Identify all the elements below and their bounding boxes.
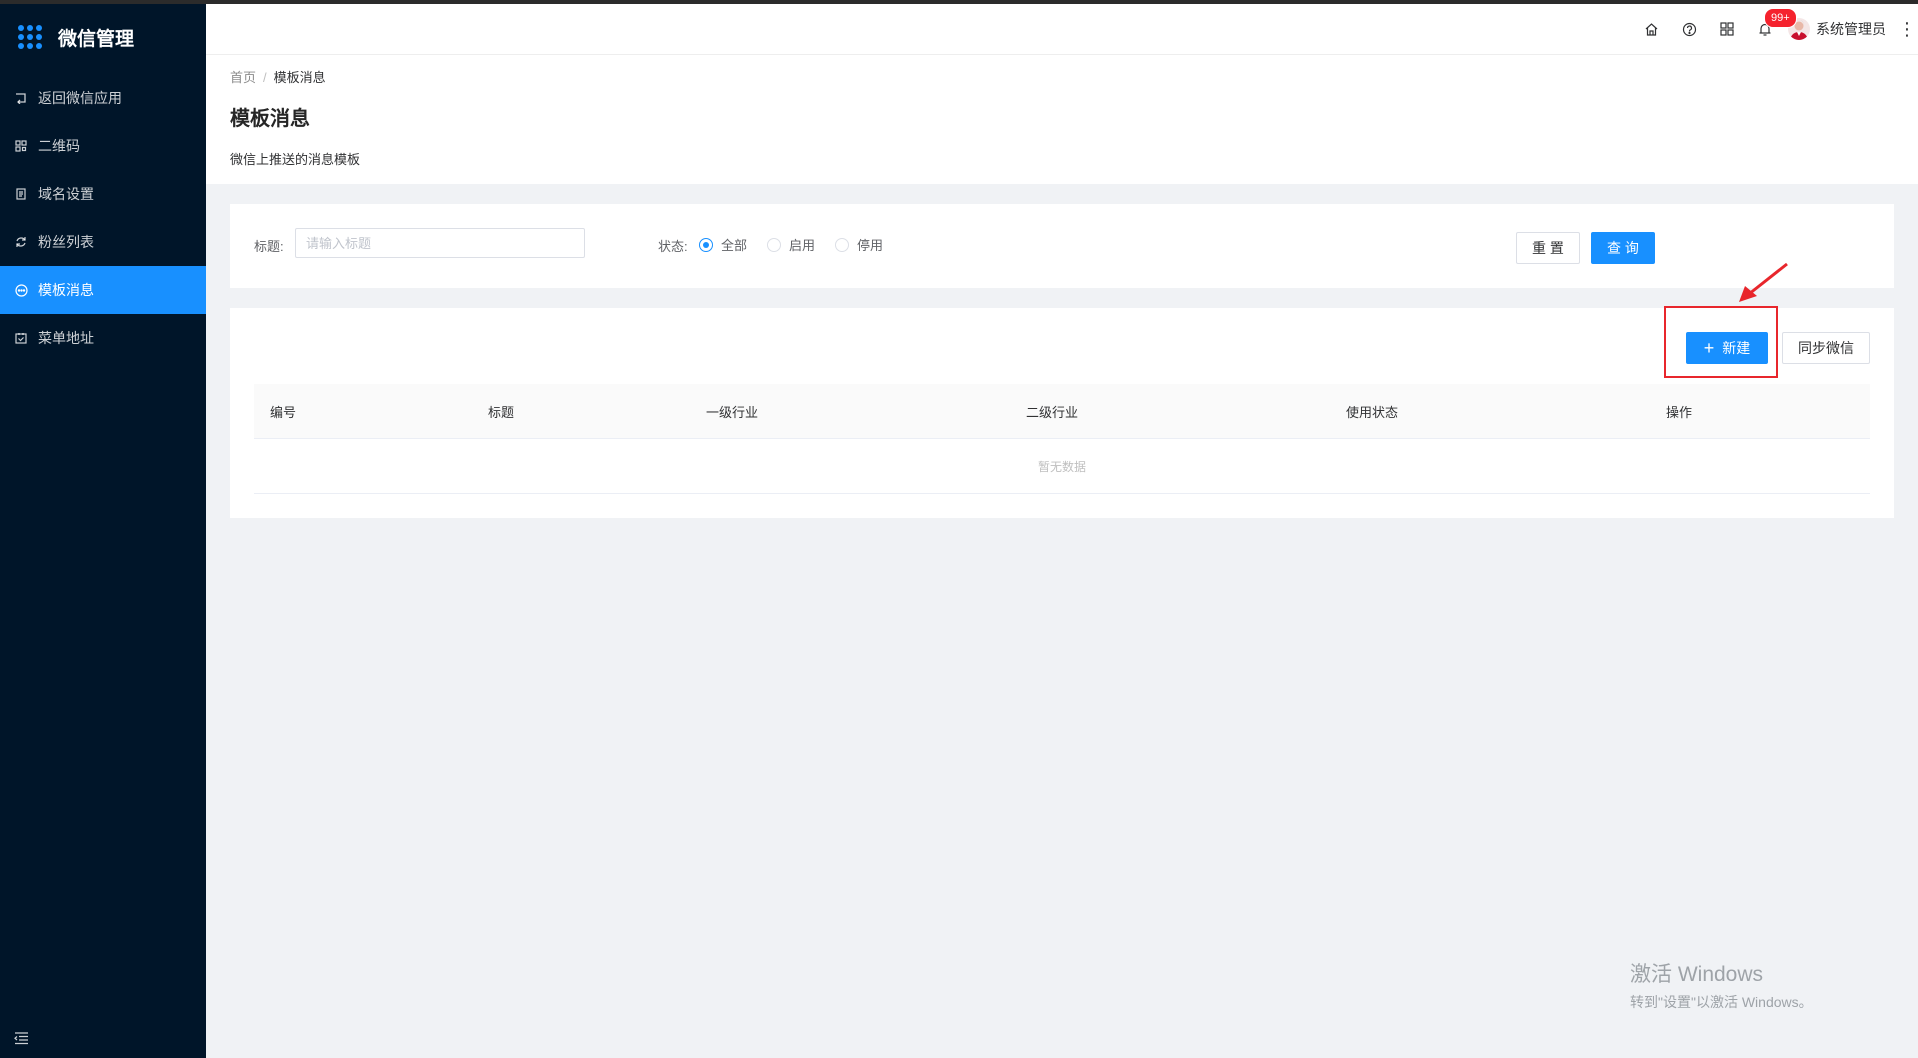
header-actions: 99+ 系统管理员 ⋮	[1632, 4, 1918, 54]
annotation-arrow-icon	[1739, 262, 1788, 302]
radio-unchecked-icon	[835, 237, 849, 252]
app-logo[interactable]: 微信管理	[0, 4, 206, 70]
windows-activation-watermark: 激活 Windows 转到"设置"以激活 Windows。	[1630, 958, 1813, 1012]
notification-bell[interactable]: 99+	[1746, 4, 1797, 54]
status-radio-all[interactable]: 全部	[699, 235, 747, 254]
radio-unchecked-icon	[767, 237, 781, 252]
column-header-actions: 操作	[1666, 404, 1693, 420]
page-description: 微信上推送的消息模板	[230, 152, 361, 167]
radio-label: 停用	[857, 238, 884, 253]
sidebar-item-menu-address[interactable]: 菜单地址	[0, 314, 206, 362]
qrcode-icon	[14, 139, 28, 153]
apps-icon[interactable]	[1708, 4, 1746, 54]
sidebar-item-domain[interactable]: 域名设置	[0, 170, 206, 218]
sync-wechat-button[interactable]: 同步微信	[1782, 332, 1870, 364]
username: 系统管理员	[1816, 21, 1886, 37]
radio-checked-icon	[699, 237, 713, 252]
table-card: + 新建 同步微信 编号 标题 一级行业 二级行业 使用状态 操作 暂无数据	[230, 308, 1894, 518]
title-input[interactable]	[295, 228, 585, 258]
breadcrumb: 首页 / 模板消息	[230, 70, 326, 85]
top-header: 99+ 系统管理员 ⋮	[206, 4, 1918, 55]
column-header-id: 编号	[270, 404, 297, 420]
page-title: 模板消息	[230, 108, 310, 130]
more-vertical-icon[interactable]: ⋮	[1896, 19, 1918, 40]
breadcrumb-current: 模板消息	[273, 70, 326, 85]
home-icon[interactable]	[1632, 4, 1670, 54]
sidebar-item-label: 二维码	[38, 138, 80, 154]
sidebar-item-label: 菜单地址	[38, 330, 94, 346]
document-icon	[14, 187, 28, 201]
page-header: 首页 / 模板消息 模板消息 微信上推送的消息模板	[206, 55, 1918, 184]
sidebar-item-label: 返回微信应用	[38, 90, 122, 106]
table-empty-text: 暂无数据	[254, 439, 1870, 494]
search-form: 标题: 状态: 全部 启用 停用 重 置 查 询	[230, 204, 1894, 288]
template-table: 编号 标题 一级行业 二级行业 使用状态 操作 暂无数据	[254, 384, 1870, 494]
user-menu[interactable]: 系统管理员	[1784, 4, 1896, 54]
status-radio-enabled[interactable]: 启用	[767, 235, 815, 254]
breadcrumb-home[interactable]: 首页	[230, 70, 256, 85]
notification-badge: 99+	[1764, 8, 1797, 28]
column-header-industry-1: 一级行业	[706, 404, 759, 420]
status-label: 状态:	[658, 239, 688, 254]
apps-grid-icon	[18, 25, 42, 49]
sidebar-item-back[interactable]: 返回微信应用	[0, 74, 206, 122]
sidebar-menu: 返回微信应用 二维码 域名设置 粉丝列表 模板消息 菜单地址	[0, 74, 206, 362]
sidebar-item-qrcode[interactable]: 二维码	[0, 122, 206, 170]
calendar-check-icon	[14, 331, 28, 345]
app-title: 微信管理	[58, 28, 135, 50]
sidebar-item-label: 粉丝列表	[38, 234, 94, 250]
return-icon	[14, 91, 28, 105]
watermark-subtitle: 转到"设置"以激活 Windows。	[1630, 994, 1813, 1010]
reset-button[interactable]: 重 置	[1516, 232, 1580, 264]
message-icon	[14, 283, 28, 297]
sidebar-item-label: 域名设置	[38, 186, 94, 202]
menu-fold-icon[interactable]	[14, 1032, 29, 1048]
sidebar-item-template-message[interactable]: 模板消息	[0, 266, 206, 314]
radio-label: 全部	[721, 238, 748, 253]
status-radio-disabled[interactable]: 停用	[835, 235, 883, 254]
query-button[interactable]: 查 询	[1591, 232, 1655, 264]
annotation-highlight-box	[1664, 306, 1778, 378]
sidebar: 微信管理 返回微信应用 二维码 域名设置 粉丝列表 模板消息 菜单地址	[0, 4, 206, 1058]
column-header-status: 使用状态	[1346, 404, 1399, 420]
watermark-title: 激活 Windows	[1630, 963, 1764, 986]
sidebar-item-fans[interactable]: 粉丝列表	[0, 218, 206, 266]
table-header: 编号 标题 一级行业 二级行业 使用状态 操作	[254, 384, 1870, 439]
column-header-title: 标题	[488, 404, 515, 420]
title-label: 标题:	[254, 239, 284, 254]
sidebar-item-label: 模板消息	[38, 282, 94, 298]
radio-label: 启用	[789, 238, 816, 253]
refresh-icon	[14, 235, 28, 249]
help-icon[interactable]	[1670, 4, 1708, 54]
column-header-industry-2: 二级行业	[1026, 404, 1079, 420]
